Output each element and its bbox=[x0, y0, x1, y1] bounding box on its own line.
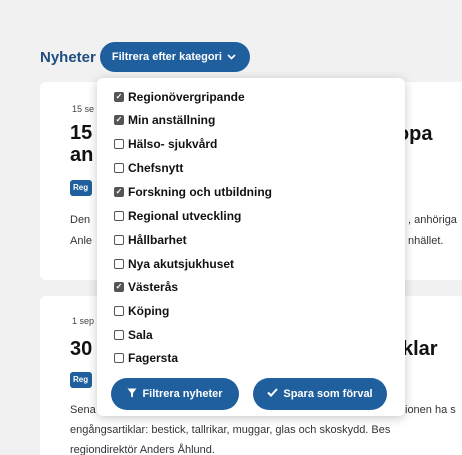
checkbox-unchecked[interactable] bbox=[114, 163, 124, 173]
category-option[interactable]: ✓ Västerås bbox=[114, 280, 178, 294]
news-excerpt: ionen ha s bbox=[405, 404, 456, 416]
category-option[interactable]: Fagersta bbox=[114, 351, 178, 365]
checkbox-unchecked[interactable] bbox=[114, 235, 124, 245]
news-excerpt: Den bbox=[70, 214, 91, 226]
news-date: 15 se bbox=[72, 104, 95, 114]
checkbox-checked[interactable]: ✓ bbox=[114, 187, 124, 197]
news-header: Nyheter Filtrera efter kategori bbox=[40, 42, 250, 72]
category-badge[interactable]: Reg bbox=[70, 372, 92, 388]
category-option-label: Min anställning bbox=[128, 113, 216, 127]
save-default-label: Spara som förval bbox=[283, 388, 373, 400]
category-option[interactable]: ✓ Forskning och utbildning bbox=[114, 185, 272, 199]
chevron-down-icon bbox=[227, 52, 236, 63]
checkbox-unchecked[interactable] bbox=[114, 139, 124, 149]
category-option[interactable]: ✓ Min anställning bbox=[114, 113, 215, 127]
news-title-part: 15 bbox=[70, 122, 93, 144]
category-option[interactable]: ✓ Regionövergripande bbox=[114, 90, 245, 104]
checkbox-checked[interactable]: ✓ bbox=[114, 282, 124, 292]
category-filter-button[interactable]: Filtrera efter kategori bbox=[99, 42, 250, 72]
checkbox-unchecked[interactable] bbox=[114, 211, 124, 221]
category-option-label: Köping bbox=[128, 304, 170, 318]
checkbox-unchecked[interactable] bbox=[114, 330, 124, 340]
category-option-label: Nya akutsjukhuset bbox=[128, 257, 235, 271]
checkbox-checked[interactable]: ✓ bbox=[114, 92, 124, 102]
category-option[interactable]: Hållbarhet bbox=[114, 233, 187, 247]
category-option-label: Fagersta bbox=[128, 351, 179, 365]
category-option-label: Sala bbox=[128, 328, 153, 342]
checkbox-checked[interactable]: ✓ bbox=[114, 115, 124, 125]
news-excerpt: , anhöriga bbox=[408, 214, 457, 226]
category-option-label: Västerås bbox=[128, 280, 179, 294]
category-option[interactable]: Köping bbox=[114, 304, 169, 318]
category-option[interactable]: Hälso- sjukvård bbox=[114, 137, 217, 151]
category-option-label: Regional utveckling bbox=[128, 209, 242, 223]
news-excerpt: Sena bbox=[70, 404, 96, 416]
category-option[interactable]: Sala bbox=[114, 328, 153, 342]
category-option-label: Forskning och utbildning bbox=[128, 185, 272, 199]
page-title: Nyheter bbox=[40, 48, 96, 66]
category-option-label: Hållbarhet bbox=[128, 233, 187, 247]
filter-news-button[interactable]: Filtrera nyheter bbox=[111, 378, 239, 410]
category-badge[interactable]: Reg bbox=[70, 180, 92, 196]
category-option-label: Chefsnytt bbox=[128, 161, 184, 175]
category-option[interactable]: Regional utveckling bbox=[114, 209, 241, 223]
news-date: 1 sep bbox=[72, 316, 95, 326]
category-dropdown: ✓ Regionövergripande ✓ Min anställning H… bbox=[97, 78, 405, 416]
checkmark-icon bbox=[267, 388, 279, 400]
news-title-part: 30 bbox=[70, 338, 93, 360]
news-excerpt: Anle bbox=[70, 235, 93, 247]
funnel-icon bbox=[127, 388, 137, 401]
category-filter-label: Filtrera efter kategori bbox=[111, 51, 222, 63]
category-option-label: Hälso- sjukvård bbox=[128, 137, 218, 151]
news-title-part: an bbox=[70, 144, 94, 166]
category-option-label: Regionövergripande bbox=[128, 90, 245, 104]
category-option[interactable]: Nya akutsjukhuset bbox=[114, 257, 234, 271]
checkbox-unchecked[interactable] bbox=[114, 353, 124, 363]
checkbox-unchecked[interactable] bbox=[114, 259, 124, 269]
category-option[interactable]: Chefsnytt bbox=[114, 161, 183, 175]
checkbox-unchecked[interactable] bbox=[114, 306, 124, 316]
news-excerpt: nhället. bbox=[408, 235, 444, 247]
news-excerpt: regiondirektör Anders Åhlund. bbox=[70, 444, 215, 455]
news-excerpt: engångsartiklar: bestick, tallrikar, mug… bbox=[70, 424, 391, 436]
save-default-button[interactable]: Spara som förval bbox=[253, 378, 387, 410]
filter-news-label: Filtrera nyheter bbox=[142, 388, 223, 400]
